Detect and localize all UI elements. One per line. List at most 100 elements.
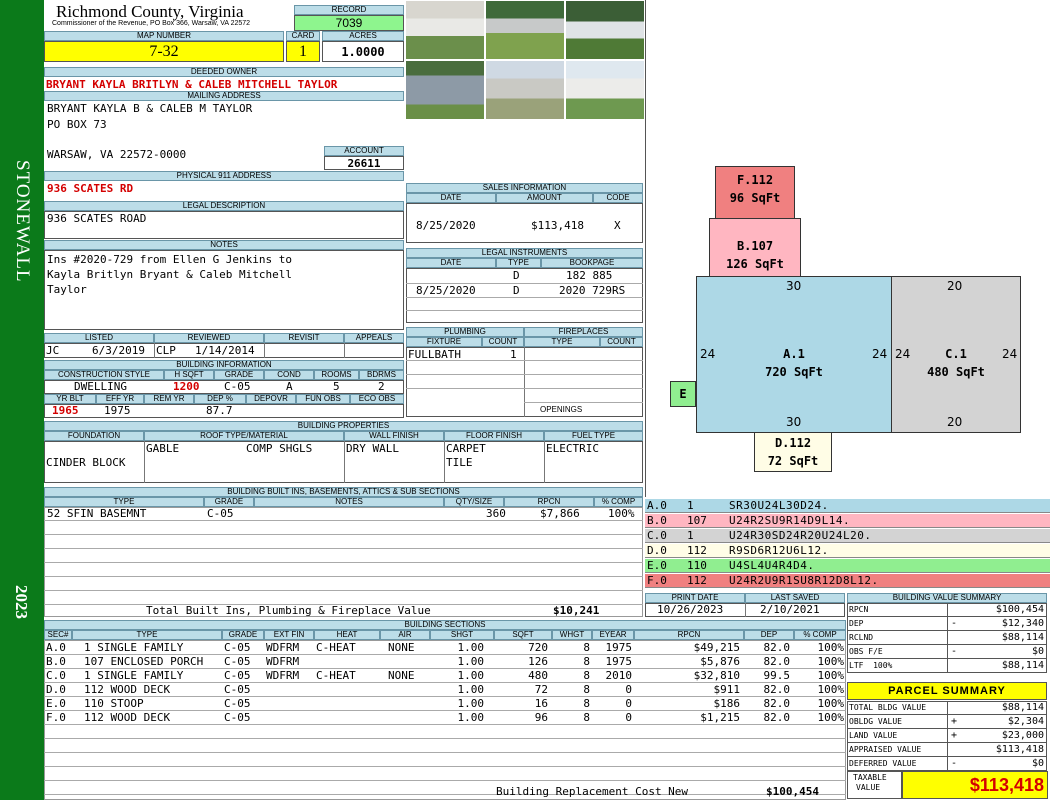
sketch-section-e[interactable]: E [670, 381, 696, 407]
section-cell: $49,215 [693, 641, 740, 654]
section-cell: NONE [388, 641, 415, 654]
fire-col-count: COUNT [600, 337, 643, 347]
last-saved: 2/10/2021 [760, 603, 820, 616]
sketch-legend-row: F.0 112 U24R2U9R1SU8R12D8L12. [645, 574, 1050, 588]
photo-1[interactable] [405, 0, 485, 60]
section-cell: 1.00 [457, 655, 485, 668]
mailing-address-label: MAILING ADDRESS [44, 91, 404, 101]
section-cell: 0 [625, 711, 632, 724]
sections-row-line [44, 682, 846, 683]
mailing-line-3: WARSAW, VA 22572-0000 [47, 148, 187, 161]
sketch-vector-legend: A.0 1 SR30U24L30D24. B.0 107 U24R2SU9R14D9L14… [645, 499, 1050, 589]
sketch-section-d[interactable]: D.112 72 SqFt [754, 432, 832, 472]
legend-vector: U24R2SU9R14D9L14. [729, 514, 851, 527]
parcel-summary-label: PARCEL SUMMARY [847, 682, 1047, 700]
legend-sec: A.0 [647, 499, 667, 512]
prop-floor-1: CARPET [446, 442, 486, 455]
section-cell: 1975 [605, 641, 633, 654]
section-cell: 96 [534, 711, 548, 724]
legend-code: 107 [687, 514, 707, 527]
section-cell: C.0 [46, 669, 66, 682]
county-subtitle: Commissioner of the Revenue, PO Box 366,… [52, 20, 251, 27]
legend-vector: U24R30SD24R20U24L20. [729, 529, 872, 542]
section-cell: 1975 [605, 655, 633, 668]
bii-col-grade: GRADE [204, 497, 254, 507]
sections-col-3: EXT FIN [264, 630, 314, 640]
sections-row-line [44, 780, 846, 781]
bii-comp: 100% [608, 507, 635, 520]
dim-a-bottom: 30 [786, 415, 802, 429]
sketch-legend-row: B.0 107 U24R2SU9R14D9L14. [645, 514, 1050, 528]
plumb-count: 1 [510, 348, 517, 361]
summary-label: OBLDG VALUE [849, 717, 902, 726]
prop-foundation: CINDER BLOCK [46, 456, 126, 469]
section-cell: 100% [817, 683, 845, 696]
photo-5[interactable] [485, 60, 565, 120]
fire-col-type: TYPE [524, 337, 600, 347]
dim-c-right: 24 [1002, 347, 1018, 361]
mailing-line-1: BRYANT KAYLA B & CALEB M TAYLOR [47, 102, 253, 115]
replacement-cost: $100,454 [766, 785, 819, 798]
bi-bdrms: 2 [378, 380, 385, 393]
legend-code: 1 [687, 499, 694, 512]
section-cell: 720 [528, 641, 548, 654]
summary-label: DEP [849, 619, 864, 628]
notes-label: NOTES [44, 240, 404, 250]
building-sketch: F.112 96 SqFt B.107 126 SqFt A.1 720 SqFt C… [645, 0, 1050, 497]
photo-2[interactable] [485, 0, 565, 60]
sales-col-code: CODE [593, 193, 643, 203]
sketch-section-a[interactable]: A.1 720 SqFt [696, 276, 892, 433]
record-value: 7039 [294, 15, 404, 31]
replacement-cost-label: Building Replacement Cost New [496, 785, 689, 798]
section-cell: D.0 [46, 683, 66, 696]
taxable-label-1: TAXABLE [853, 773, 887, 782]
sketch-section-b[interactable]: B.107 126 SqFt [709, 218, 801, 277]
appeals-label: APPEALS [344, 333, 404, 343]
section-cell: 8 [583, 697, 590, 710]
bii-type: 52 SFIN BASEMNT [47, 507, 147, 520]
sections-col-10: RPCN [634, 630, 744, 640]
prop-col-fuel: FUEL TYPE [544, 431, 643, 441]
section-cell: 100% [817, 697, 845, 710]
bii-col-qty: QTY/SIZE [444, 497, 504, 507]
section-cell: $911 [713, 683, 741, 696]
section-cell: C-HEAT [316, 641, 356, 654]
print-date-label: PRINT DATE [645, 593, 745, 603]
prop-floor-2: TILE [446, 456, 473, 469]
section-cell: C-05 [224, 697, 251, 710]
last-saved-label: LAST SAVED [745, 593, 845, 603]
sales-amount: $113,418 [531, 219, 584, 232]
photo-6[interactable] [565, 60, 645, 120]
section-cell: WDFRM [266, 669, 300, 682]
card-label: CARD [286, 31, 320, 41]
summary-value: $0 [1031, 646, 1044, 657]
property-photos [405, 0, 645, 120]
building-info-label: BUILDING INFORMATION [44, 360, 404, 370]
section-cell: $186 [713, 697, 741, 710]
legal-description-value: 936 SCATES ROAD [47, 212, 147, 225]
plumb-col-fixture: FIXTURE [406, 337, 482, 347]
prop-wall: DRY WALL [346, 442, 399, 455]
bi-col-rooms: ROOMS [314, 370, 359, 380]
instr-col-bookpage: BOOKPAGE [541, 258, 643, 268]
sections-row-line [44, 752, 846, 753]
sales-col-date: DATE [406, 193, 496, 203]
sections-col-8: WHGT [552, 630, 592, 640]
sketch-section-f[interactable]: F.112 96 SqFt [715, 166, 795, 219]
bi-effyr: 1975 [104, 404, 131, 417]
section-cell: 1.00 [457, 683, 485, 696]
bi-rooms: 5 [333, 380, 340, 393]
section-cell: 100% [817, 669, 845, 682]
district-sidebar [0, 0, 44, 800]
bi-col-grade: GRADE [214, 370, 264, 380]
county-title: Richmond County, Virginia [56, 2, 244, 21]
photo-3[interactable] [565, 0, 645, 60]
section-cell: 0 [625, 683, 632, 696]
summary-label: OBS F/E [849, 647, 883, 656]
sections-col-4: HEAT [314, 630, 380, 640]
bii-rpcn: $7,866 [540, 507, 580, 520]
photo-4[interactable] [405, 60, 485, 120]
legend-vector: U4SL4U4R4D4. [729, 559, 815, 572]
map-number-label: MAP NUMBER [44, 31, 284, 41]
instr-col-date: DATE [406, 258, 496, 268]
